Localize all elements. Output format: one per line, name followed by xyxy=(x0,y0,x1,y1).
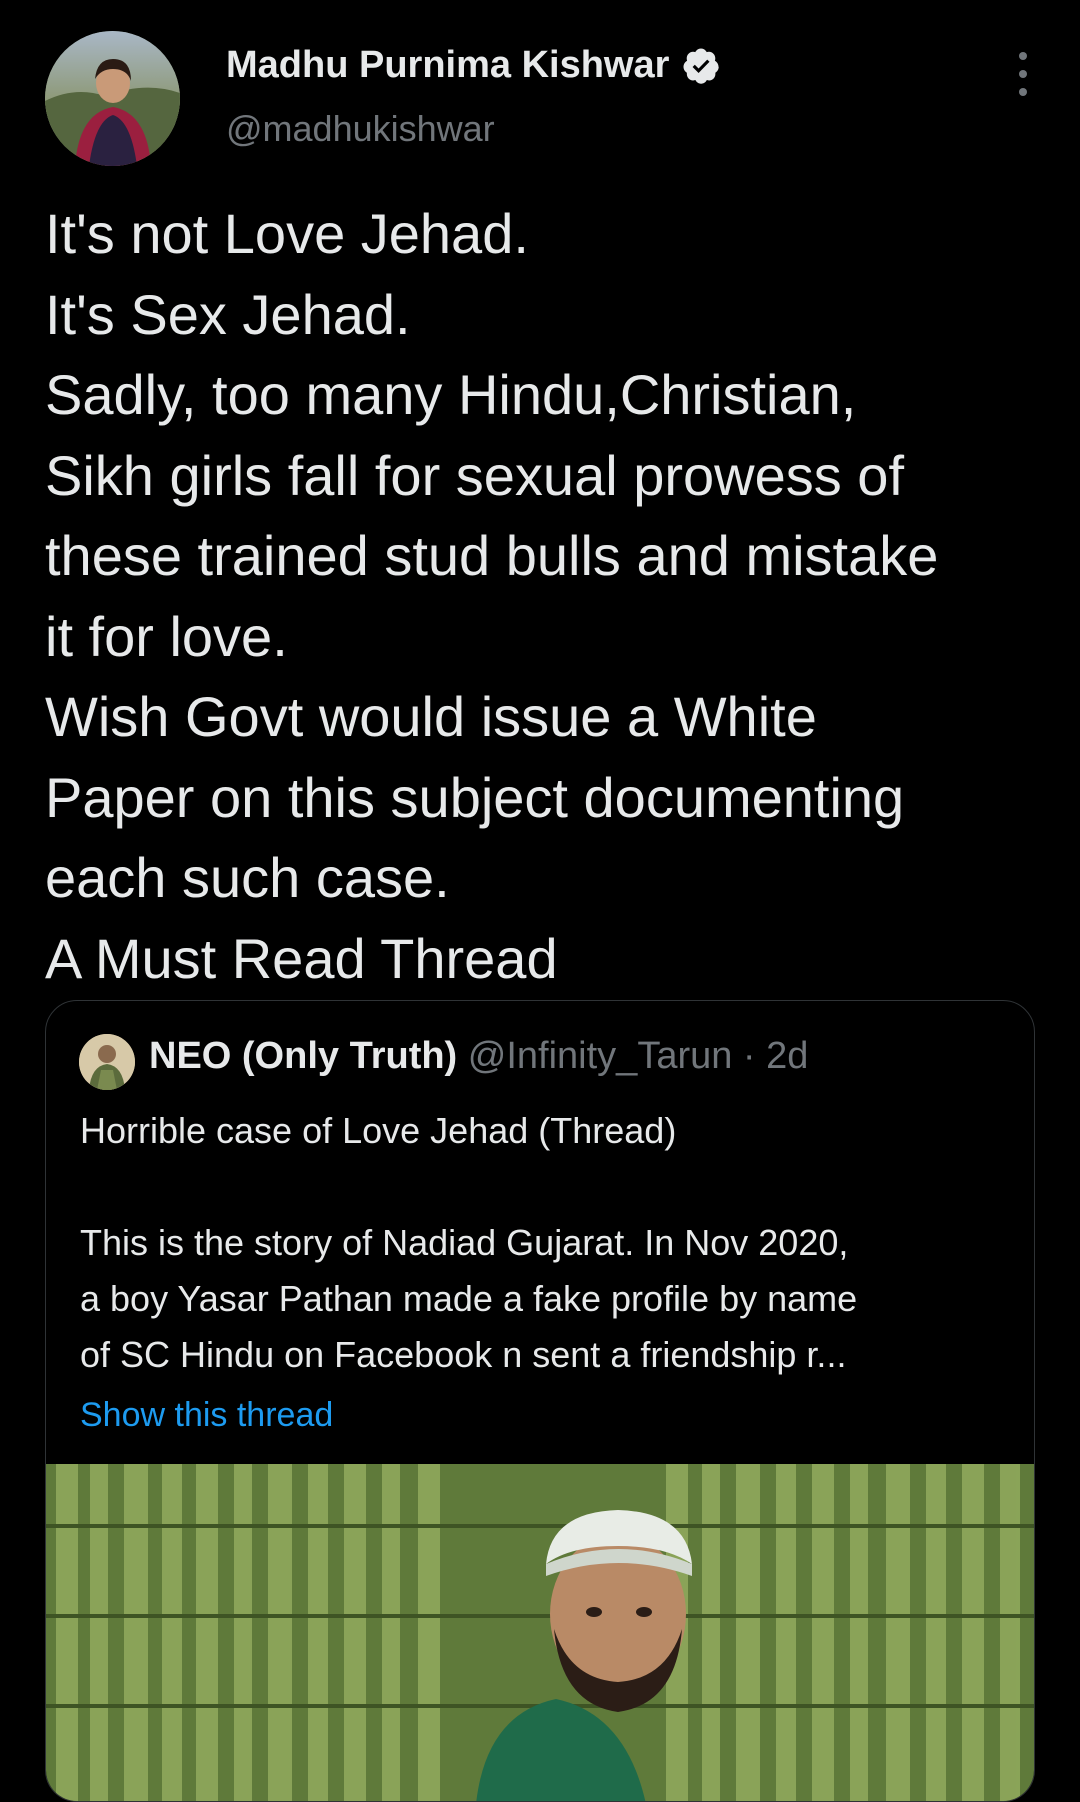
tweet-line: Sikh girls fall for sexual prowess of xyxy=(45,443,905,507)
tweet-line: It's not Love Jehad. xyxy=(45,202,529,265)
quoted-header: NEO (Only Truth) @Infinity_Tarun · 2d xyxy=(149,1035,808,1078)
verified-badge-icon xyxy=(681,46,721,86)
author-name-text: Madhu Purnima Kishwar xyxy=(226,44,670,86)
quoted-author-name[interactable]: NEO (Only Truth) xyxy=(149,1035,457,1077)
quoted-tweet-card[interactable]: NEO (Only Truth) @Infinity_Tarun · 2d Ho… xyxy=(45,1000,1035,1802)
quoted-media-image[interactable] xyxy=(46,1464,1034,1801)
quoted-line xyxy=(80,1159,1010,1215)
tweet-line: it for love. xyxy=(45,604,288,668)
quoted-line: of SC Hindu on Facebook n sent a friends… xyxy=(80,1334,847,1375)
more-dot xyxy=(1019,88,1027,96)
more-dot xyxy=(1019,52,1027,60)
tweet-text: It's not Love Jehad. It's Sex Jehad. Sad… xyxy=(45,194,1045,999)
tweet-line: these trained stud bulls and mistake xyxy=(45,524,939,587)
author-avatar[interactable] xyxy=(45,31,180,166)
show-thread-link[interactable]: Show this thread xyxy=(80,1387,1010,1443)
quoted-handle-time[interactable]: @Infinity_Tarun · 2d xyxy=(468,1035,809,1077)
quoted-text: Horrible case of Love Jehad (Thread) Thi… xyxy=(80,1103,1010,1443)
quoted-line: a boy Yasar Pathan made a fake profile b… xyxy=(80,1278,858,1319)
tweet[interactable]: Madhu Purnima Kishwar @madhukishwar It's… xyxy=(0,0,1080,1802)
tweet-line: each such case. xyxy=(45,846,450,909)
quoted-line: This is the story of Nadiad Gujarat. In … xyxy=(80,1222,849,1263)
more-options-icon[interactable] xyxy=(1005,52,1041,96)
tweet-line: It's Sex Jehad. xyxy=(45,282,411,346)
quoted-line: Horrible case of Love Jehad (Thread) xyxy=(80,1110,677,1151)
author-name[interactable]: Madhu Purnima Kishwar xyxy=(226,44,721,87)
author-handle[interactable]: @madhukishwar xyxy=(226,108,495,150)
quoted-avatar[interactable] xyxy=(79,1034,135,1090)
tweet-line: Sadly, too many Hindu,Christian, xyxy=(45,363,857,426)
more-dot xyxy=(1019,70,1027,78)
tweet-line: A Must Read Thread xyxy=(45,926,558,990)
tweet-line: Wish Govt would issue a White xyxy=(45,685,817,748)
tweet-line: Paper on this subject documenting xyxy=(45,765,905,829)
